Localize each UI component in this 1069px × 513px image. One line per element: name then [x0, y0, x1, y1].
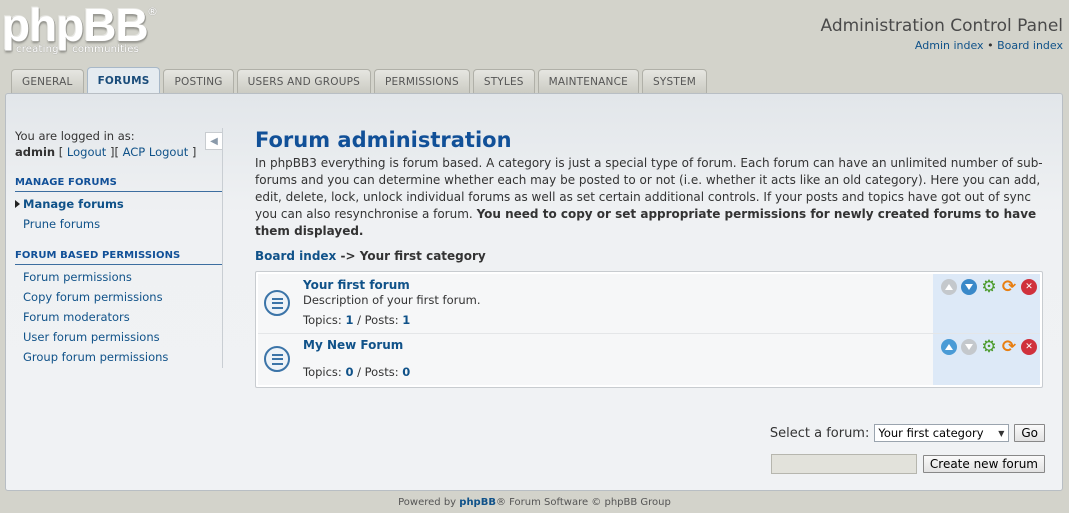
- sidebar-section-forum-permissions: FORUM BASED PERMISSIONS Forum permission…: [15, 250, 223, 367]
- resync-icon[interactable]: ⟳: [1001, 337, 1017, 357]
- logo-tagline: creating communities: [16, 44, 139, 55]
- sidebar-item-group-forum-permissions[interactable]: Group forum permissions: [15, 347, 223, 367]
- header-separator: •: [987, 39, 994, 52]
- sidebar-section-manage-forums: MANAGE FORUMS Manage forums Prune forums: [15, 177, 223, 234]
- stats-separator: /: [357, 313, 361, 327]
- topics-count: 1: [345, 313, 354, 327]
- admin-index-link[interactable]: Admin index: [915, 39, 984, 52]
- forum-stats: Topics: 1 / Posts: 1: [303, 313, 410, 327]
- footer: Powered by phpBB® Forum Software © phpBB…: [0, 497, 1069, 508]
- topics-label: Topics:: [303, 313, 342, 327]
- move-up-icon: [941, 279, 957, 295]
- tab-users-and-groups[interactable]: USERS AND GROUPS: [236, 69, 371, 93]
- sidebar-item-manage-forums[interactable]: Manage forums: [15, 194, 223, 214]
- username: admin: [15, 145, 56, 159]
- forum-jump: Select a forum: Your first category Go: [770, 424, 1045, 442]
- page-header-title: Administration Control Panel: [820, 16, 1063, 36]
- forum-description: Description of your first forum.: [303, 293, 481, 307]
- sidebar-item-copy-forum-permissions[interactable]: Copy forum permissions: [15, 287, 223, 307]
- forum-row: Your first forum Description of your fir…: [258, 274, 1040, 334]
- go-button[interactable]: Go: [1014, 424, 1045, 442]
- sidebar-heading-forum-based-permissions: FORUM BASED PERMISSIONS: [15, 250, 223, 265]
- forum-select[interactable]: Your first category: [874, 424, 1010, 442]
- forum-icon: [264, 346, 290, 372]
- acp-logout-link[interactable]: ACP Logout: [123, 145, 189, 159]
- forum-name[interactable]: Your first forum: [303, 278, 410, 292]
- tab-maintenance[interactable]: MAINTENANCE: [537, 69, 639, 93]
- gear-icon[interactable]: ⚙: [981, 337, 997, 357]
- create-forum-form: Create new forum: [770, 454, 1045, 474]
- move-down-icon[interactable]: [961, 279, 977, 295]
- move-down-icon: [961, 339, 977, 355]
- board-index-link[interactable]: Board index: [997, 39, 1063, 52]
- create-new-forum-button[interactable]: Create new forum: [922, 455, 1045, 473]
- new-forum-name-input[interactable]: [770, 454, 917, 474]
- tab-styles[interactable]: STYLES: [472, 69, 535, 93]
- resync-icon[interactable]: ⟳: [1001, 277, 1017, 297]
- breadcrumb-board-index[interactable]: Board index: [255, 249, 336, 263]
- topics-label: Topics:: [303, 365, 342, 379]
- forum-row: My New Forum Topics: 0 / Posts: 0 ⚙ ⟳ ✕: [258, 334, 1040, 385]
- topics-count: 0: [345, 365, 354, 379]
- posts-label: Posts:: [364, 313, 399, 327]
- main-tabs: GENERAL FORUMS POSTING USERS AND GROUPS …: [11, 67, 708, 93]
- move-up-icon[interactable]: [941, 339, 957, 355]
- tab-posting[interactable]: POSTING: [163, 69, 234, 93]
- sidebar-item-forum-moderators[interactable]: Forum moderators: [15, 307, 223, 327]
- phpbb-logo: phpBB ® creating communities: [2, 0, 162, 60]
- tab-permissions[interactable]: PERMISSIONS: [373, 69, 470, 93]
- sidebar-item-prune-forums[interactable]: Prune forums: [15, 214, 223, 234]
- tab-general[interactable]: GENERAL: [11, 69, 84, 93]
- logged-in-label: You are logged in as:: [15, 129, 135, 143]
- intro-text: In phpBB3 everything is forum based. A c…: [255, 155, 1045, 240]
- tab-forums[interactable]: FORUMS: [86, 67, 161, 93]
- breadcrumb: Board index -> Your first category: [255, 249, 1045, 263]
- forum-name[interactable]: My New Forum: [303, 338, 403, 352]
- footer-brand-link[interactable]: phpBB: [459, 497, 496, 508]
- sidebar-divider: [222, 128, 223, 368]
- logout-link[interactable]: Logout: [67, 145, 106, 159]
- footer-suffix: ® Forum Software © phpBB Group: [495, 497, 671, 508]
- header-links: Admin index • Board index: [915, 39, 1063, 52]
- forum-actions: ⚙ ⟳ ✕: [933, 334, 1040, 385]
- select-forum-label: Select a forum:: [769, 425, 870, 441]
- delete-icon[interactable]: ✕: [1021, 279, 1037, 295]
- breadcrumb-current: Your first category: [359, 249, 486, 263]
- gear-icon[interactable]: ⚙: [981, 277, 997, 297]
- forum-actions: ⚙ ⟳ ✕: [933, 274, 1040, 333]
- main-panel: You are logged in as: admin [ Logout ][ …: [5, 93, 1063, 491]
- stats-separator: /: [357, 365, 361, 379]
- sidebar-item-user-forum-permissions[interactable]: User forum permissions: [15, 327, 223, 347]
- page-title: Forum administration: [255, 128, 512, 152]
- forum-icon: [264, 290, 290, 316]
- sidebar-heading-manage-forums: MANAGE FORUMS: [15, 177, 223, 192]
- sidebar: You are logged in as: admin [ Logout ][ …: [15, 128, 223, 367]
- main-content: Forum administration In phpBB3 everythin…: [255, 128, 1045, 474]
- tab-system[interactable]: SYSTEM: [641, 69, 708, 93]
- footer-prefix: Powered by: [398, 497, 457, 508]
- breadcrumb-arrow: ->: [340, 249, 356, 263]
- posts-label: Posts:: [364, 365, 399, 379]
- delete-icon[interactable]: ✕: [1021, 339, 1037, 355]
- posts-count: 0: [402, 365, 411, 379]
- forum-stats: Topics: 0 / Posts: 0: [303, 365, 410, 379]
- posts-count: 1: [402, 313, 411, 327]
- sidebar-item-forum-permissions[interactable]: Forum permissions: [15, 267, 223, 287]
- forum-list: Your first forum Description of your fir…: [255, 271, 1043, 388]
- logo-registered-mark: ®: [147, 5, 158, 18]
- collapse-left-icon[interactable]: ◀: [205, 132, 223, 150]
- login-info: You are logged in as: admin [ Logout ][ …: [15, 128, 223, 160]
